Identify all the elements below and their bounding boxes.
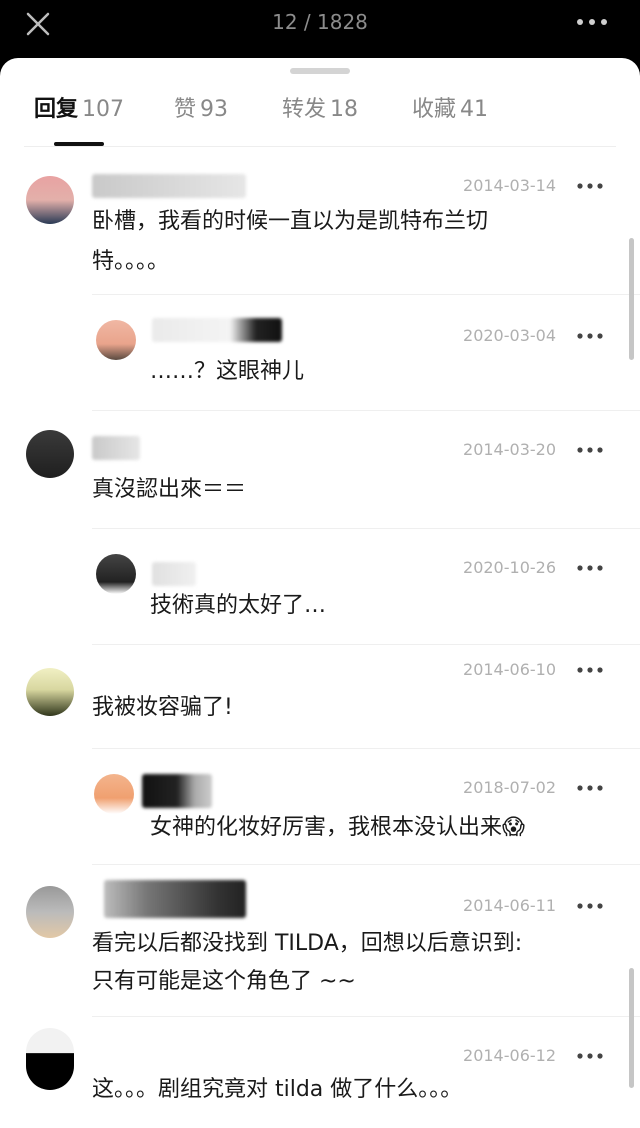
- reply-item[interactable]: 2018-07-02 女神的化妆好厉害，我根本没认出来😱: [0, 770, 640, 860]
- comment-text: 真沒認出來＝＝: [92, 477, 247, 502]
- comment-text: 特。。。。: [92, 249, 170, 274]
- comment-text: 我被妆容骗了!: [92, 695, 233, 720]
- divider: [92, 410, 640, 411]
- comment-date: 2020-10-26: [463, 558, 556, 577]
- tab-count: 41: [460, 97, 489, 122]
- username-blurred[interactable]: [142, 774, 212, 808]
- divider: [92, 864, 640, 865]
- comment-date: 2014-06-12: [463, 1046, 556, 1065]
- more-dots-icon[interactable]: [576, 666, 604, 674]
- tab-label: 回复: [34, 97, 79, 122]
- tab-likes[interactable]: 赞 93: [174, 95, 228, 125]
- username-blurred[interactable]: [152, 562, 196, 586]
- tab-favorites[interactable]: 收藏 41: [412, 95, 488, 125]
- avatar[interactable]: [26, 430, 74, 478]
- tab-label: 转发: [282, 97, 327, 122]
- comment-item[interactable]: 2014-06-11 看完以后都没找到 TILDA，回想以后意识到: 只有可能是…: [0, 880, 640, 1010]
- divider: [92, 528, 640, 529]
- comment-text: 技術真的太好了…: [150, 593, 327, 618]
- comment-date: 2020-03-04: [463, 326, 556, 345]
- username-blurred[interactable]: [152, 318, 282, 342]
- reply-item[interactable]: 2020-10-26 技術真的太好了…: [0, 552, 640, 632]
- tab-count: 18: [330, 97, 359, 122]
- comment-date: 2014-03-14: [463, 176, 556, 195]
- comment-text: 女神的化妆好厉害，我根本没认出来😱: [150, 815, 525, 840]
- tab-label: 赞: [174, 97, 197, 122]
- tab-count: 107: [82, 97, 125, 122]
- divider: [92, 748, 640, 749]
- comment-item[interactable]: 2014-06-12 这。。。剧组究竟对 tilda 做了什么。。。: [0, 1022, 640, 1128]
- comment-item[interactable]: 2014-03-14 卧槽，我看的时候一直以为是凯特布兰切 特。。。。: [0, 170, 640, 300]
- more-dots-icon[interactable]: [576, 1052, 604, 1060]
- username-blurred[interactable]: [92, 436, 140, 460]
- username-blurred[interactable]: [104, 880, 246, 918]
- avatar[interactable]: [94, 774, 134, 814]
- more-dots-icon[interactable]: [576, 902, 604, 910]
- avatar[interactable]: [26, 176, 74, 224]
- comment-text: 只有可能是这个角色了 ~~: [92, 969, 356, 994]
- tab-reposts[interactable]: 转发 18: [282, 95, 358, 125]
- avatar[interactable]: [26, 886, 74, 938]
- divider: [92, 294, 640, 295]
- tab-divider: [24, 146, 616, 147]
- divider: [92, 644, 640, 645]
- more-options-icon[interactable]: [574, 10, 610, 34]
- divider: [92, 1016, 640, 1017]
- more-dots-icon[interactable]: [576, 446, 604, 454]
- comment-text: 卧槽，我看的时候一直以为是凯特布兰切: [92, 209, 489, 234]
- scrollbar-thumb[interactable]: [629, 968, 634, 1088]
- comment-item[interactable]: 2014-03-20 真沒認出來＝＝: [0, 424, 640, 514]
- comment-item[interactable]: 2014-06-10 我被妆容骗了!: [0, 656, 640, 746]
- reply-item[interactable]: 2020-03-04 ……？这眼神儿: [0, 316, 640, 406]
- comment-date: 2014-06-11: [463, 896, 556, 915]
- comment-text: 看完以后都没找到 TILDA，回想以后意识到:: [92, 931, 523, 956]
- tab-count: 93: [200, 97, 229, 122]
- avatar[interactable]: [26, 1028, 74, 1090]
- top-bar: 12 / 1828: [0, 0, 640, 58]
- more-dots-icon[interactable]: [576, 784, 604, 792]
- comments-sheet: 回复 107 赞 93 转发 18 收藏 41 2014-03-14 卧槽，我看的时候一…: [0, 58, 640, 1128]
- more-dots-icon[interactable]: [576, 182, 604, 190]
- tab-replies[interactable]: 回复 107: [34, 95, 124, 125]
- comment-date: 2018-07-02: [463, 778, 556, 797]
- comment-text: 这。。。剧组究竟对 tilda 做了什么。。。: [92, 1077, 463, 1102]
- scrollbar-thumb[interactable]: [629, 238, 634, 360]
- more-dots-icon[interactable]: [576, 332, 604, 340]
- avatar[interactable]: [26, 668, 74, 716]
- tab-bar: 回复 107 赞 93 转发 18 收藏 41: [0, 58, 640, 146]
- comment-date: 2014-06-10: [463, 660, 556, 679]
- avatar[interactable]: [96, 554, 136, 594]
- more-dots-icon[interactable]: [576, 564, 604, 572]
- comment-date: 2014-03-20: [463, 440, 556, 459]
- tab-label: 收藏: [412, 97, 457, 122]
- image-counter: 12 / 1828: [272, 10, 368, 34]
- avatar[interactable]: [96, 320, 136, 360]
- comment-text: ……？这眼神儿: [150, 359, 305, 384]
- username-blurred[interactable]: [92, 174, 246, 198]
